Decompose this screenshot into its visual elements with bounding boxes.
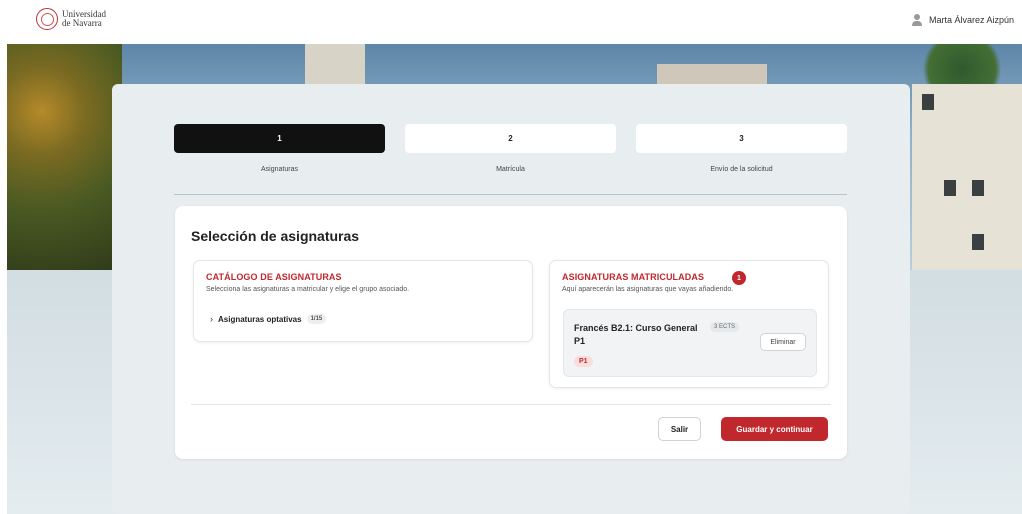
catalog-group-optional[interactable]: › Asignaturas optativas 1/15 — [210, 314, 327, 324]
user-icon — [911, 14, 923, 26]
step-1-label: Asignaturas — [261, 166, 298, 173]
catalog-panel: CATÁLOGO DE ASIGNATURAS Selecciona las a… — [193, 260, 533, 342]
building-roof — [657, 64, 767, 84]
subject-group-tag: P1 — [574, 356, 593, 367]
exit-button[interactable]: Salir — [658, 417, 701, 441]
save-continue-button[interactable]: Guardar y continuar — [721, 417, 828, 441]
enrolled-count-badge: 1 — [732, 271, 746, 285]
enrollment-panel: 1 2 3 Asignaturas Matrícula Envío de la … — [112, 84, 910, 514]
step-1[interactable]: 1 — [174, 124, 385, 153]
user-menu[interactable]: Marta Álvarez Aizpún — [911, 14, 1014, 26]
enrolled-title: ASIGNATURAS MATRICULADAS — [562, 272, 705, 282]
catalog-subtitle: Selecciona las asignaturas a matricular … — [206, 286, 410, 293]
subject-ects-badge: 3 ECTS — [710, 322, 740, 332]
stepper-divider — [174, 194, 847, 195]
subject-selection-card: Selección de asignaturas CATÁLOGO DE ASI… — [175, 206, 847, 459]
user-name: Marta Álvarez Aizpún — [928, 15, 1014, 25]
chevron-right-icon: › — [210, 314, 213, 324]
university-logo[interactable]: Universidad de Navarra — [36, 8, 106, 30]
catalog-title: CATÁLOGO DE ASIGNATURAS — [206, 272, 342, 282]
building-top — [305, 44, 365, 84]
trees-left — [7, 44, 122, 270]
remove-subject-button[interactable]: Eliminar — [760, 333, 806, 351]
card-divider — [191, 404, 831, 405]
building-right — [912, 84, 1022, 270]
enrolled-panel: ASIGNATURAS MATRICULADAS 1 Aquí aparecer… — [549, 260, 829, 388]
step-3-label: Envío de la solicitud — [710, 166, 773, 173]
step-2-label: Matrícula — [496, 166, 525, 173]
step-3[interactable]: 3 — [636, 124, 847, 153]
subject-name: Francés B2.1: Curso General P1 — [574, 323, 698, 346]
logo-text: Universidad de Navarra — [62, 10, 106, 28]
enrolled-subject-item: Francés B2.1: Curso General P1 3 ECTS El… — [563, 309, 817, 377]
catalog-group-count: 1/15 — [306, 314, 327, 324]
top-bar: Universidad de Navarra Marta Álvarez Aiz… — [0, 0, 1022, 44]
logo-line-2: de Navarra — [62, 18, 102, 28]
page-title: Selección de asignaturas — [191, 228, 360, 244]
university-seal-icon — [36, 8, 58, 30]
enrolled-subtitle: Aquí aparecerán las asignaturas que vaya… — [562, 286, 734, 293]
step-2[interactable]: 2 — [405, 124, 616, 153]
catalog-group-name: Asignaturas optativas — [218, 314, 302, 324]
